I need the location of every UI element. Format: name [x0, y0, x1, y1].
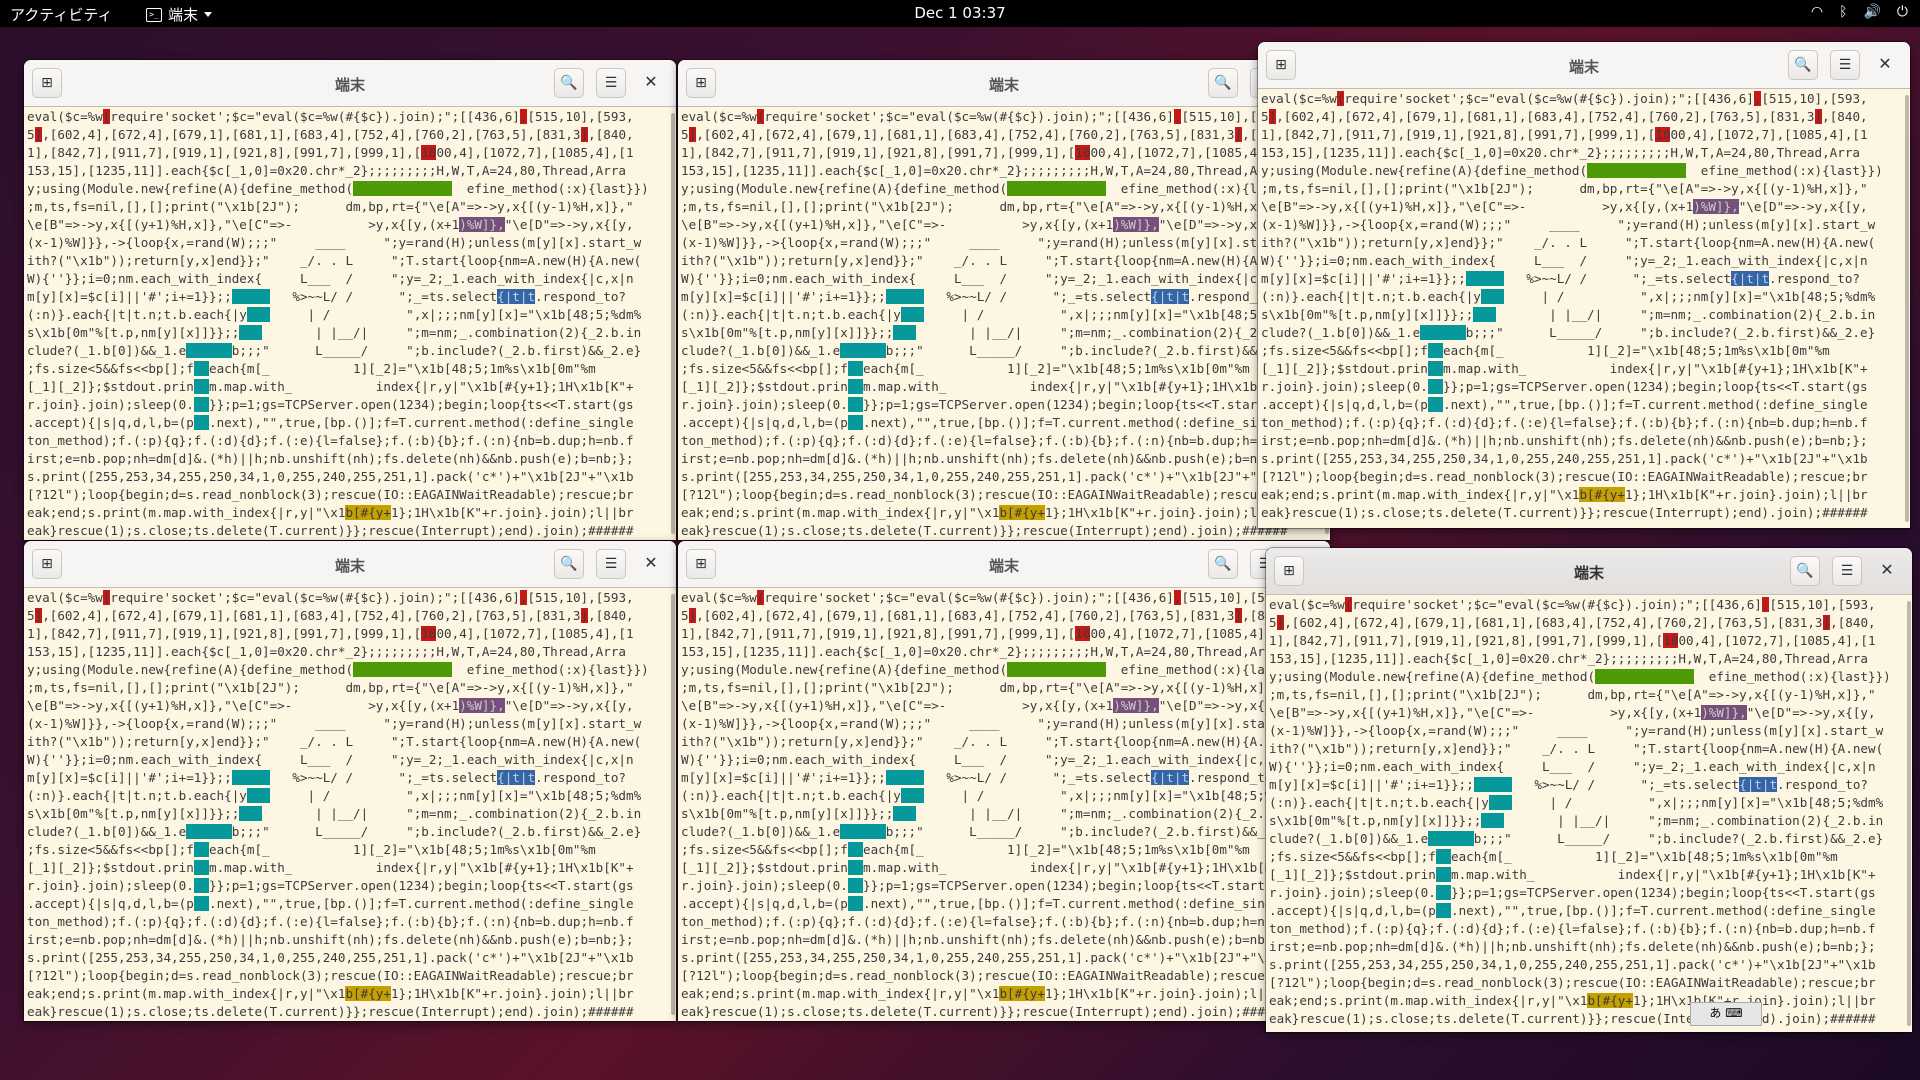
terminal-area[interactable]: eval($c=%w(require'socket';$c="eval($c=%… [24, 107, 676, 540]
menu-button[interactable]: ☰ [596, 549, 626, 579]
header-bar[interactable]: ⊞ 端末 🔍 ☰ ✕ [678, 541, 1330, 588]
hamburger-menu-icon: ☰ [604, 75, 618, 91]
terminal-output: eval($c=%w(require'socket';$c="eval($c=%… [1261, 91, 1883, 520]
menu-button[interactable]: ☰ [596, 68, 626, 98]
search-button[interactable]: 🔍 [1788, 50, 1818, 80]
search-icon: 🔍 [1796, 563, 1814, 579]
terminal-output: eval($c=%w(require'socket';$c="eval($c=%… [681, 109, 1303, 538]
terminal-output: eval($c=%w(require'socket';$c="eval($c=%… [27, 590, 649, 1019]
menu-button[interactable]: ☰ [1832, 556, 1862, 586]
scrollbar[interactable] [1907, 601, 1911, 1026]
terminal-output: eval($c=%w(require'socket';$c="eval($c=%… [681, 590, 1303, 1019]
scrollbar[interactable] [1905, 95, 1909, 522]
hamburger-menu-icon: ☰ [604, 556, 618, 572]
close-icon: ✕ [644, 72, 658, 91]
terminal-window[interactable]: ⊞ 端末 🔍 ☰ ✕ eval($c=%w(require'socket';$c… [24, 541, 676, 1021]
close-button[interactable]: ✕ [636, 68, 666, 98]
power-icon[interactable]: ⏻ [1897, 4, 1908, 20]
terminal-window[interactable]: ⊞ 端末 🔍 ☰ ✕ eval($c=%w(require'socket';$c… [678, 60, 1330, 540]
scrollbar[interactable] [671, 113, 675, 534]
search-icon: 🔍 [1214, 556, 1232, 572]
top-bar: アクティビティ >_ 端末 Dec 1 03:37 ◠ ᛒ 🔊 ⏻ [0, 0, 1920, 27]
terminal-window[interactable]: ⊞ 端末 🔍 ☰ ✕ eval($c=%w(require'socket';$c… [1258, 42, 1910, 528]
volume-icon[interactable]: 🔊 [1863, 4, 1880, 20]
menu-button[interactable]: ☰ [1830, 50, 1860, 80]
chevron-down-icon [204, 12, 213, 17]
header-bar[interactable]: ⊞ 端末 🔍 ☰ ✕ [24, 541, 676, 588]
system-tray[interactable]: ◠ ᛒ 🔊 ⏻ [1811, 4, 1908, 20]
terminal-area[interactable]: eval($c=%w(require'socket';$c="eval($c=%… [678, 588, 1330, 1021]
terminal-window[interactable]: ⊞ 端末 🔍 ☰ ✕ eval($c=%w(require'socket';$c… [24, 60, 676, 540]
search-button[interactable]: 🔍 [1790, 556, 1820, 586]
search-button[interactable]: 🔍 [554, 68, 584, 98]
header-bar[interactable]: ⊞ 端末 🔍 ☰ ✕ [24, 60, 676, 107]
terminal-area[interactable]: eval($c=%w(require'socket';$c="eval($c=%… [678, 107, 1330, 540]
terminal-area[interactable]: eval($c=%w(require'socket';$c="eval($c=%… [1258, 89, 1910, 528]
activities-button[interactable]: アクティビティ [10, 4, 112, 25]
close-icon: ✕ [1878, 54, 1892, 73]
terminal-icon: >_ [146, 7, 162, 22]
terminal-output: eval($c=%w(require'socket';$c="eval($c=%… [1269, 597, 1891, 1026]
search-button[interactable]: 🔍 [1208, 549, 1238, 579]
search-button[interactable]: 🔍 [554, 549, 584, 579]
search-icon: 🔍 [1794, 57, 1812, 73]
wifi-icon[interactable]: ◠ [1811, 4, 1823, 20]
terminal-window[interactable]: ⊞ 端末 🔍 ☰ ✕ eval($c=%w(require'socket';$c… [678, 541, 1330, 1021]
header-bar[interactable]: ⊞ 端末 🔍 ☰ ✕ [678, 60, 1330, 107]
close-icon: ✕ [1880, 560, 1894, 579]
hamburger-menu-icon: ☰ [1840, 563, 1854, 579]
bluetooth-icon[interactable]: ᛒ [1839, 4, 1847, 20]
ime-indicator[interactable]: あ ⌨ [1690, 1002, 1762, 1026]
terminal-output: eval($c=%w(require'socket';$c="eval($c=%… [27, 109, 649, 538]
app-menu[interactable]: >_ 端末 [146, 4, 213, 25]
close-icon: ✕ [644, 553, 658, 572]
close-button[interactable]: ✕ [636, 549, 666, 579]
close-button[interactable]: ✕ [1872, 556, 1902, 586]
scrollbar[interactable] [671, 594, 675, 1015]
header-bar[interactable]: ⊞ 端末 🔍 ☰ ✕ [1266, 548, 1912, 595]
search-icon: 🔍 [560, 75, 578, 91]
hamburger-menu-icon: ☰ [1838, 57, 1852, 73]
app-menu-label: 端末 [168, 6, 199, 24]
search-icon: 🔍 [560, 556, 578, 572]
clock[interactable]: Dec 1 03:37 [0, 4, 1920, 22]
search-button[interactable]: 🔍 [1208, 68, 1238, 98]
terminal-area[interactable]: eval($c=%w(require'socket';$c="eval($c=%… [1266, 595, 1912, 1032]
close-button[interactable]: ✕ [1870, 50, 1900, 80]
header-bar[interactable]: ⊞ 端末 🔍 ☰ ✕ [1258, 42, 1910, 89]
search-icon: 🔍 [1214, 75, 1232, 91]
terminal-window[interactable]: ⊞ 端末 🔍 ☰ ✕ eval($c=%w(require'socket';$c… [1266, 548, 1912, 1032]
terminal-area[interactable]: eval($c=%w(require'socket';$c="eval($c=%… [24, 588, 676, 1021]
